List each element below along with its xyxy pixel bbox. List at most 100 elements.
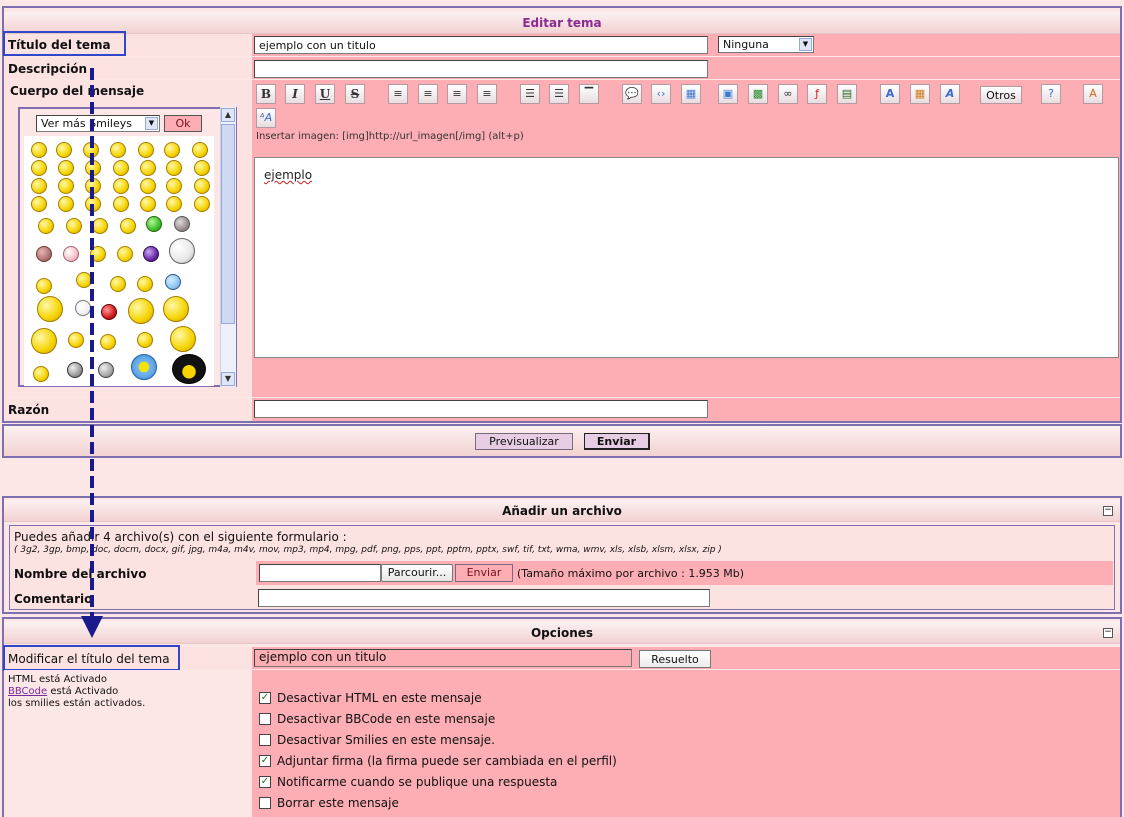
remove-format-icon[interactable]: A — [1083, 84, 1103, 104]
align-center-icon[interactable]: ≡ — [418, 84, 438, 104]
smiley-icon[interactable] — [113, 196, 129, 212]
align-left-icon[interactable]: ≡ — [388, 84, 408, 104]
smiley-icon[interactable] — [128, 298, 154, 324]
smiley-icon[interactable] — [56, 142, 72, 158]
collapse-icon[interactable]: − — [1103, 628, 1113, 638]
flash-icon[interactable]: ƒ — [807, 84, 827, 104]
smiley-icon[interactable] — [58, 178, 74, 194]
smiley-icon[interactable] — [31, 160, 47, 176]
smiley-icon[interactable] — [110, 142, 126, 158]
title-input[interactable]: ejemplo con un titulo — [254, 36, 708, 54]
smiley-icon[interactable] — [100, 334, 116, 350]
smiley-icon[interactable] — [143, 246, 159, 262]
resolved-button[interactable]: Resuelto — [639, 650, 711, 668]
smiley-icon[interactable] — [63, 246, 79, 262]
smiley-icon[interactable] — [92, 218, 108, 234]
disable-smilies-checkbox[interactable] — [259, 734, 271, 746]
smiley-icon[interactable] — [33, 366, 49, 382]
smiley-icon[interactable] — [36, 246, 52, 262]
smiley-icon[interactable] — [194, 196, 210, 212]
smiley-icon[interactable] — [113, 160, 129, 176]
smiley-icon[interactable] — [169, 238, 195, 264]
smiley-icon[interactable] — [31, 328, 57, 354]
link-icon[interactable]: ∞ — [778, 84, 798, 104]
scroll-thumb[interactable] — [221, 124, 235, 324]
smiley-icon[interactable] — [67, 362, 83, 378]
bold-button[interactable]: B — [256, 84, 276, 104]
smiley-icon[interactable] — [172, 354, 206, 384]
otros-button[interactable]: Otros — [980, 86, 1022, 104]
smiley-icon[interactable] — [37, 296, 63, 322]
delete-message-checkbox[interactable] — [259, 797, 271, 809]
font-scale-icon[interactable]: ᴬA — [256, 108, 276, 128]
image-icon[interactable]: ▩ — [748, 84, 768, 104]
message-textarea[interactable]: ejemplo — [254, 157, 1119, 358]
smiley-icon[interactable] — [138, 142, 154, 158]
smiley-icon[interactable] — [174, 216, 190, 232]
smiley-icon[interactable] — [137, 276, 153, 292]
disable-html-checkbox[interactable]: ✓ — [259, 692, 271, 704]
smileys-select[interactable]: Ver más Smileys ▼ — [36, 115, 160, 132]
smiley-icon[interactable] — [117, 246, 133, 262]
send-button[interactable]: Enviar — [584, 433, 650, 450]
smiley-icon[interactable] — [85, 196, 101, 212]
upload-button[interactable]: Enviar — [455, 564, 513, 582]
video-icon[interactable]: ▤ — [837, 84, 857, 104]
smiley-icon[interactable] — [58, 160, 74, 176]
smiley-icon[interactable] — [140, 178, 156, 194]
smiley-icon[interactable] — [36, 278, 52, 294]
color-palette-icon[interactable]: ▦ — [910, 84, 930, 104]
smiley-icon[interactable] — [101, 304, 117, 320]
description-input[interactable] — [254, 60, 708, 78]
smiley-icon[interactable] — [31, 178, 47, 194]
smiley-icon[interactable] — [110, 276, 126, 292]
smiley-icon[interactable] — [140, 196, 156, 212]
preview-button[interactable]: Previsualizar — [475, 433, 573, 450]
topic-icon-select[interactable]: Ninguna ▼ — [718, 36, 814, 53]
smiley-icon[interactable] — [166, 160, 182, 176]
smiley-icon[interactable] — [131, 354, 157, 380]
smiley-icon[interactable] — [194, 160, 210, 176]
smiley-icon[interactable] — [38, 218, 54, 234]
notify-reply-checkbox[interactable]: ✓ — [259, 776, 271, 788]
smiley-icon[interactable] — [164, 142, 180, 158]
smiley-icon[interactable] — [166, 196, 182, 212]
smiley-icon[interactable] — [192, 142, 208, 158]
smiley-icon[interactable] — [31, 196, 47, 212]
smiley-icon[interactable] — [137, 332, 153, 348]
help-icon[interactable]: ? — [1041, 84, 1061, 104]
font-face-icon[interactable]: A — [940, 84, 960, 104]
smiley-icon[interactable] — [68, 332, 84, 348]
underline-button[interactable]: U — [315, 84, 335, 104]
smiley-icon[interactable] — [90, 246, 106, 262]
attach-signature-checkbox[interactable]: ✓ — [259, 755, 271, 767]
modify-title-input[interactable]: ejemplo con un titulo — [254, 649, 632, 667]
image-upload-icon[interactable]: ▣ — [718, 84, 738, 104]
table-icon[interactable]: ▦ — [681, 84, 701, 104]
align-right-icon[interactable]: ≡ — [447, 84, 467, 104]
smiley-icon[interactable] — [85, 178, 101, 194]
scroll-down-icon[interactable]: ▼ — [221, 372, 235, 386]
italic-button[interactable]: I — [285, 84, 305, 104]
smiley-icon[interactable] — [140, 160, 156, 176]
smileys-ok-button[interactable]: Ok — [164, 115, 202, 132]
disable-bbcode-checkbox[interactable] — [259, 713, 271, 725]
comment-input[interactable] — [258, 589, 710, 607]
bullet-list-icon[interactable]: ☰ — [520, 84, 540, 104]
file-input[interactable] — [259, 564, 381, 582]
smiley-icon[interactable] — [58, 196, 74, 212]
smiley-icon[interactable] — [163, 296, 189, 322]
smiley-icon[interactable] — [76, 272, 92, 288]
smiley-icon[interactable] — [83, 142, 99, 158]
smiley-icon[interactable] — [165, 274, 181, 290]
font-size-icon[interactable]: A — [880, 84, 900, 104]
smiley-icon[interactable] — [120, 218, 136, 234]
scroll-up-icon[interactable]: ▲ — [221, 108, 235, 122]
bbcode-link[interactable]: BBCode — [8, 686, 47, 697]
horizontal-rule-icon[interactable]: ▔ — [579, 84, 599, 104]
align-justify-icon[interactable]: ≡ — [477, 84, 497, 104]
strikethrough-button[interactable]: S — [345, 84, 365, 104]
smiley-icon[interactable] — [75, 300, 91, 316]
browse-button[interactable]: Parcourir... — [381, 564, 453, 582]
smiley-icon[interactable] — [85, 160, 101, 176]
